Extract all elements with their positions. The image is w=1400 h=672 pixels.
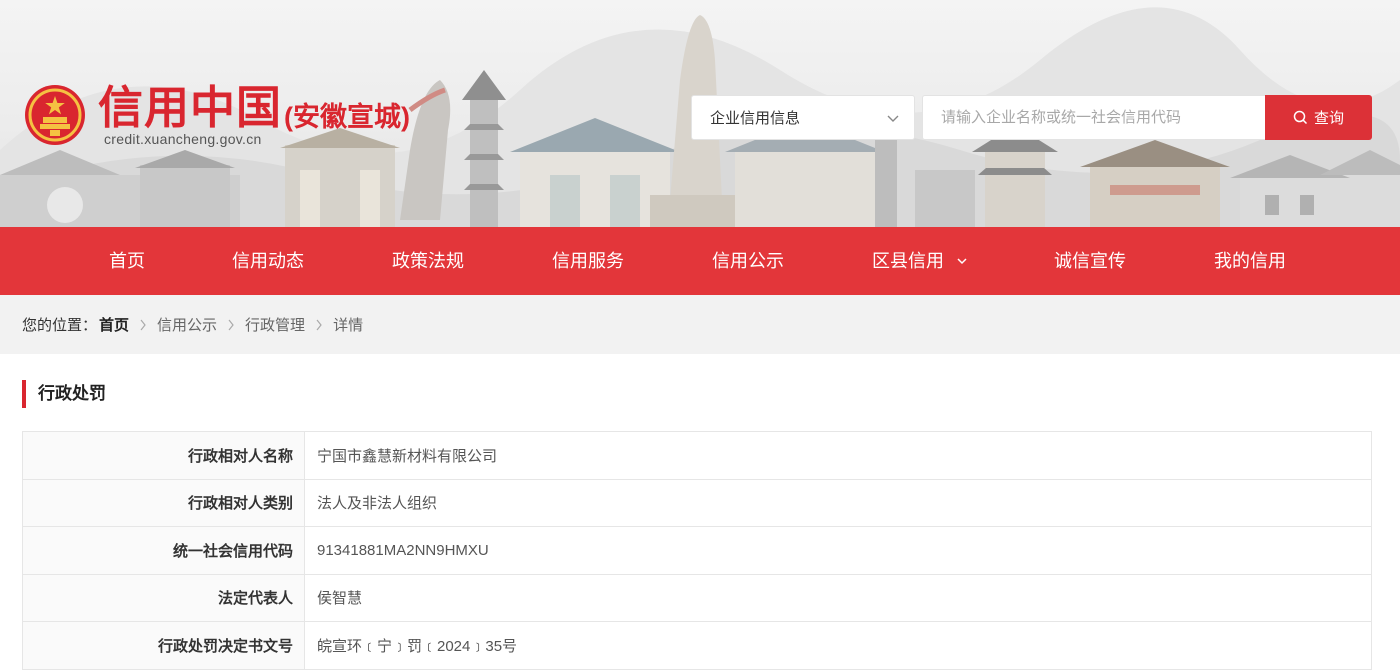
- nav-item-label: 诚信宣传: [1054, 251, 1126, 271]
- field-value: 宁国市鑫慧新材料有限公司: [304, 431, 1372, 480]
- nav-item-label: 区县信用: [872, 251, 944, 271]
- nav-item-label: 信用动态: [232, 251, 304, 271]
- breadcrumb-home[interactable]: 首页: [99, 314, 129, 335]
- field-value: 皖宣环﹝宁﹞罚﹝2024﹞35号: [304, 621, 1372, 670]
- table-row: 法定代表人 侯智慧: [22, 573, 1372, 622]
- breadcrumb-admin-management[interactable]: 行政管理: [245, 314, 305, 335]
- search-category-label: 企业信用信息: [710, 110, 801, 127]
- table-row: 行政相对人类别 法人及非法人组织: [22, 478, 1372, 527]
- breadcrumb-lead: 您的位置：: [22, 317, 98, 334]
- breadcrumb: 您的位置： 首页 信用公示 行政管理 详情: [22, 295, 363, 354]
- chevron-down-icon: [887, 115, 899, 122]
- site-url: credit.xuancheng.gov.cn: [104, 131, 262, 147]
- field-label: 行政相对人类别: [22, 478, 305, 527]
- site-title: 信用中国: [98, 82, 283, 133]
- header-banner: 信用中国 (安徽宣城) credit.xuancheng.gov.cn 企业信用…: [0, 0, 1400, 227]
- nav-item-integrity-promotion[interactable]: 诚信宣传: [1054, 227, 1126, 295]
- site-region: (安徽宣城): [284, 102, 410, 132]
- search-button[interactable]: 查询: [1265, 95, 1372, 140]
- chevron-right-icon: [315, 319, 323, 331]
- nav-item-credit-news[interactable]: 信用动态: [232, 227, 304, 295]
- table-row: 统一社会信用代码 91341881MA2NN9HMXU: [22, 526, 1372, 575]
- nav-item-county-credit[interactable]: 区县信用: [872, 227, 969, 295]
- field-value: 法人及非法人组织: [304, 478, 1372, 527]
- search-input[interactable]: [922, 95, 1265, 140]
- field-label: 行政处罚决定书文号: [22, 621, 305, 670]
- table-row: 行政相对人名称 宁国市鑫慧新材料有限公司: [22, 431, 1372, 480]
- chevron-down-icon: [957, 258, 967, 265]
- national-emblem-icon: [25, 85, 85, 145]
- nav-item-credit-disclosure[interactable]: 信用公示: [712, 227, 784, 295]
- field-label: 法定代表人: [22, 573, 305, 622]
- nav-item-label: 我的信用: [1214, 251, 1286, 271]
- nav-item-credit-services[interactable]: 信用服务: [552, 227, 624, 295]
- main-nav: 首页 信用动态 政策法规 信用服务 信用公示 区县信用 诚信宣传 我的信用: [0, 227, 1400, 295]
- section-title: 行政处罚: [22, 380, 106, 408]
- nav-item-label: 信用公示: [712, 251, 784, 271]
- nav-item-label: 信用服务: [552, 251, 624, 271]
- field-value: 侯智慧: [304, 573, 1372, 622]
- breadcrumb-current: 详情: [333, 317, 364, 334]
- breadcrumb-credit-disclosure[interactable]: 信用公示: [157, 314, 217, 335]
- chevron-right-icon: [227, 319, 235, 331]
- table-row: 行政处罚决定书文号 皖宣环﹝宁﹞罚﹝2024﹞35号: [22, 621, 1372, 670]
- search-icon: [1293, 110, 1308, 125]
- search-bar: 企业信用信息 查询: [691, 95, 1372, 140]
- nav-item-my-credit[interactable]: 我的信用: [1214, 227, 1286, 295]
- nav-item-label: 政策法规: [392, 251, 464, 271]
- nav-item-label: 首页: [109, 251, 145, 271]
- search-button-label: 查询: [1313, 110, 1344, 127]
- search-category-select[interactable]: 企业信用信息: [691, 95, 915, 140]
- breadcrumb-bar: 您的位置： 首页 信用公示 行政管理 详情: [0, 295, 1400, 354]
- field-value: 91341881MA2NN9HMXU: [304, 526, 1372, 575]
- chevron-right-icon: [139, 319, 147, 331]
- field-label: 统一社会信用代码: [22, 526, 305, 575]
- field-label: 行政相对人名称: [22, 431, 305, 480]
- detail-table: 行政相对人名称 宁国市鑫慧新材料有限公司 行政相对人类别 法人及非法人组织 统一…: [22, 431, 1372, 670]
- nav-item-policies[interactable]: 政策法规: [392, 227, 464, 295]
- nav-item-home[interactable]: 首页: [109, 227, 145, 295]
